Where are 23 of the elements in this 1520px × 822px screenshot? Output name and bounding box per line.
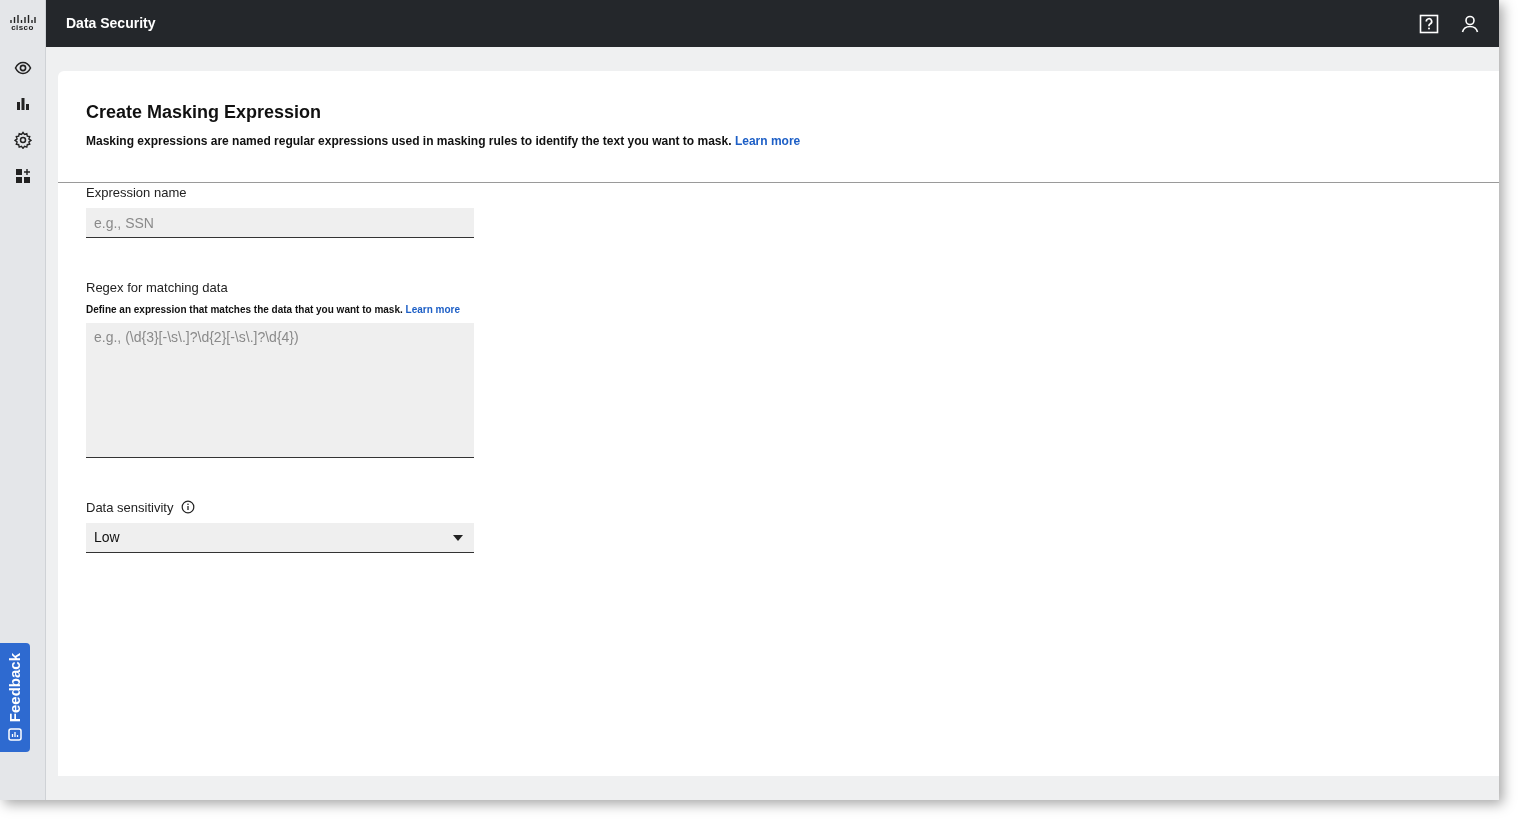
settings-icon[interactable] <box>13 131 32 149</box>
logo-bars-icon <box>9 15 36 24</box>
learn-more-link[interactable]: Learn more <box>734 133 801 148</box>
page-title: Create Masking Expression <box>86 101 323 124</box>
eye-icon[interactable] <box>13 59 32 77</box>
field-label: Regex for matching data <box>86 279 228 297</box>
app-title: Data Security <box>66 14 156 33</box>
caret-icon <box>453 534 463 541</box>
page-description: Masking expressions are named regular expressions used in masking rules to identify the text you want to mask. <box>86 133 732 148</box>
add-widget-icon[interactable] <box>13 167 32 185</box>
textarea-field[interactable]: e.g., (\d{3}[-\s\.]?\d{2}[-\s\.]?\d{4}) <box>86 322 474 458</box>
field-hint: Define an expression that matches the data that you want to mask. <box>86 303 403 315</box>
field-label: Data sensitivity <box>86 498 174 517</box>
user-icon[interactable] <box>1461 14 1479 33</box>
feedback-button[interactable]: Feedback <box>0 643 30 752</box>
info-icon[interactable] <box>181 500 196 515</box>
text-input-field[interactable]: e.g., SSN <box>86 208 474 238</box>
feedback-icon <box>8 728 22 743</box>
logo-text: cisco <box>11 24 34 32</box>
learn-more-link[interactable]: Learn more <box>405 303 460 315</box>
field-label: Expression name <box>86 183 187 202</box>
help-icon[interactable] <box>1419 13 1439 34</box>
dropdown[interactable]: Low <box>86 523 474 553</box>
